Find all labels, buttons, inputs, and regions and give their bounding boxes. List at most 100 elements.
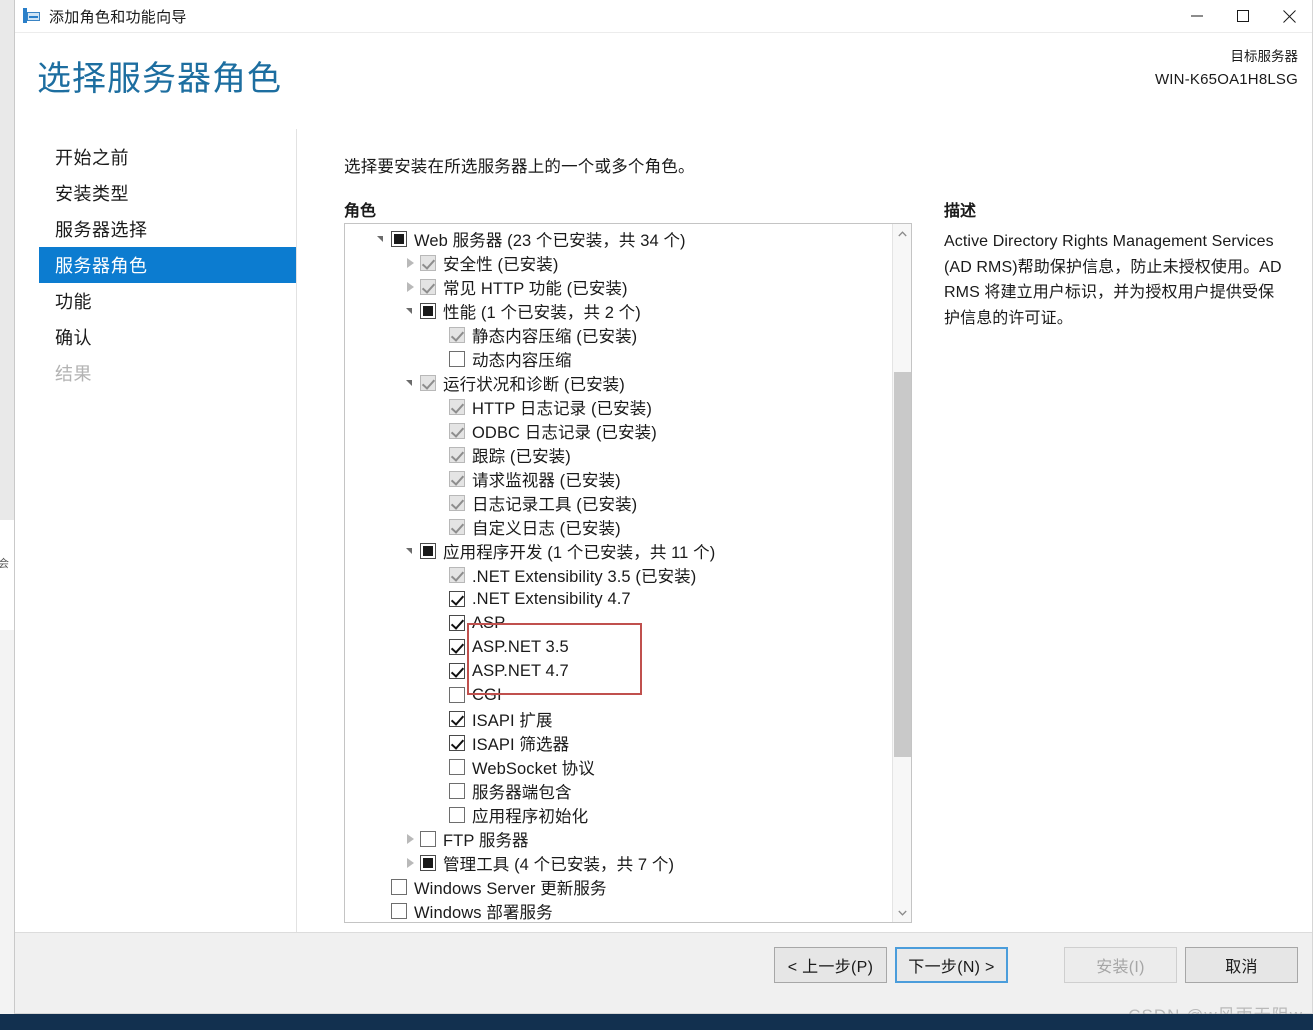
tree-row-label: 自定义日志 (已安装) bbox=[472, 520, 621, 538]
checkbox-installed bbox=[420, 375, 436, 391]
tree-row[interactable]: 自定义日志 (已安装) bbox=[345, 515, 892, 539]
checkbox-empty[interactable] bbox=[449, 759, 465, 775]
tree-row[interactable]: 管理工具 (4 个已安装，共 7 个) bbox=[345, 851, 892, 875]
tree-row[interactable]: 常见 HTTP 功能 (已安装) bbox=[345, 275, 892, 299]
checkbox-partial[interactable] bbox=[391, 231, 407, 247]
triangle-down-icon[interactable] bbox=[402, 371, 420, 395]
wizard-server-icon bbox=[23, 7, 41, 25]
tree-row[interactable]: ODBC 日志记录 (已安装) bbox=[345, 419, 892, 443]
triangle-right-icon[interactable] bbox=[402, 827, 420, 851]
tree-row[interactable]: ISAPI 扩展 bbox=[345, 707, 892, 731]
description-section-label: 描述 bbox=[944, 203, 977, 220]
sidebar-item-5[interactable]: 确认 bbox=[39, 319, 296, 355]
chevron-up-icon[interactable] bbox=[893, 224, 911, 243]
minimize-icon[interactable] bbox=[1174, 0, 1220, 32]
sidebar-item-4[interactable]: 功能 bbox=[39, 283, 296, 319]
tree-row[interactable]: 静态内容压缩 (已安装) bbox=[345, 323, 892, 347]
tree-row-label: 日志记录工具 (已安装) bbox=[472, 496, 638, 514]
tree-row[interactable]: 运行状况和诊断 (已安装) bbox=[345, 371, 892, 395]
tree-row-label: 安全性 (已安装) bbox=[443, 256, 559, 274]
checkbox-checked[interactable] bbox=[449, 735, 465, 751]
checkbox-checked[interactable] bbox=[449, 591, 465, 607]
sidebar-item-1[interactable]: 安装类型 bbox=[39, 175, 296, 211]
chevron-down-icon[interactable] bbox=[893, 903, 911, 922]
tree-row-label: ISAPI 扩展 bbox=[472, 712, 553, 730]
tree-row[interactable]: HTTP 日志记录 (已安装) bbox=[345, 395, 892, 419]
close-icon[interactable] bbox=[1266, 0, 1312, 32]
sidebar-item-0[interactable]: 开始之前 bbox=[39, 139, 296, 175]
checkbox-empty[interactable] bbox=[449, 807, 465, 823]
roles-tree-panel: Web 服务器 (23 个已安装，共 34 个) 安全性 (已安装) 常见 HTTP… bbox=[344, 223, 912, 923]
checkbox-empty[interactable] bbox=[420, 831, 436, 847]
checkbox-installed bbox=[449, 519, 465, 535]
window-controls bbox=[1174, 0, 1312, 32]
tree-row[interactable]: Windows 部署服务 bbox=[345, 899, 892, 922]
checkbox-checked[interactable] bbox=[449, 615, 465, 631]
tree-row[interactable]: ASP bbox=[345, 611, 892, 635]
cancel-button[interactable]: 取消 bbox=[1185, 947, 1298, 983]
tree-row-label: WebSocket 协议 bbox=[472, 760, 595, 778]
checkbox-empty[interactable] bbox=[449, 351, 465, 367]
triangle-right-icon[interactable] bbox=[402, 851, 420, 875]
tree-row[interactable]: 跟踪 (已安装) bbox=[345, 443, 892, 467]
checkbox-partial[interactable] bbox=[420, 303, 436, 319]
sidebar-item-2[interactable]: 服务器选择 bbox=[39, 211, 296, 247]
target-server-label: 目标服务器 bbox=[1230, 49, 1299, 64]
wizard-content: 选择要安装在所选服务器上的一个或多个角色。 角色 Web 服务器 (23 个已安… bbox=[298, 129, 1313, 934]
triangle-down-icon[interactable] bbox=[402, 299, 420, 323]
maximize-icon[interactable] bbox=[1220, 0, 1266, 32]
tree-row[interactable]: Web 服务器 (23 个已安装，共 34 个) bbox=[345, 227, 892, 251]
tree-row[interactable]: FTP 服务器 bbox=[345, 827, 892, 851]
wizard-step-nav: 开始之前 安装类型 服务器选择 服务器角色 功能 确认结果 bbox=[15, 129, 297, 934]
tree-row-label: .NET Extensibility 3.5 (已安装) bbox=[472, 568, 697, 586]
checkbox-checked[interactable] bbox=[449, 639, 465, 655]
tree-row[interactable]: 日志记录工具 (已安装) bbox=[345, 491, 892, 515]
tree-row[interactable]: 动态内容压缩 bbox=[345, 347, 892, 371]
triangle-down-icon[interactable] bbox=[402, 539, 420, 563]
tree-row[interactable]: ASP.NET 4.7 bbox=[345, 659, 892, 683]
scrollbar-thumb[interactable] bbox=[894, 372, 911, 757]
button-label: 取消 bbox=[1225, 959, 1258, 976]
description-text: Active Directory Rights Management Servi… bbox=[944, 233, 1282, 327]
checkbox-checked[interactable] bbox=[449, 663, 465, 679]
tree-row[interactable]: 应用程序初始化 bbox=[345, 803, 892, 827]
checkbox-partial[interactable] bbox=[420, 543, 436, 559]
triangle-right-icon[interactable] bbox=[402, 251, 420, 275]
tree-row[interactable]: ISAPI 筛选器 bbox=[345, 731, 892, 755]
tree-row[interactable]: 性能 (1 个已安装，共 2 个) bbox=[345, 299, 892, 323]
tree-row[interactable]: .NET Extensibility 4.7 bbox=[345, 587, 892, 611]
roles-tree-scrollbar[interactable] bbox=[892, 224, 911, 922]
tree-row-label: 请求监视器 (已安装) bbox=[472, 472, 621, 490]
checkbox-empty[interactable] bbox=[391, 879, 407, 895]
tree-row[interactable]: CGI bbox=[345, 683, 892, 707]
tree-row[interactable]: Windows Server 更新服务 bbox=[345, 875, 892, 899]
tree-row[interactable]: 请求监视器 (已安装) bbox=[345, 467, 892, 491]
next-button[interactable]: 下一步(N) > bbox=[895, 947, 1008, 983]
checkbox-empty[interactable] bbox=[449, 783, 465, 799]
sidebar-item-3[interactable]: 服务器角色 bbox=[39, 247, 296, 283]
sidebar-item-label: 结果 bbox=[55, 364, 92, 384]
add-roles-and-features-wizard-window: 添加角色和功能向导 选择服务器角色 目标服务器 WIN-K65OA1H8LSG … bbox=[14, 0, 1313, 1014]
checkbox-empty[interactable] bbox=[391, 903, 407, 919]
triangle-down-icon[interactable] bbox=[373, 227, 391, 251]
title-bar[interactable]: 添加角色和功能向导 bbox=[15, 0, 1312, 33]
tree-row[interactable]: .NET Extensibility 3.5 (已安装) bbox=[345, 563, 892, 587]
checkbox-partial[interactable] bbox=[420, 855, 436, 871]
footer-button-group: < 上一步(P) 下一步(N) > 安装(I) 取消 bbox=[774, 947, 1298, 983]
previous-button[interactable]: < 上一步(P) bbox=[774, 947, 887, 983]
checkbox-empty[interactable] bbox=[449, 687, 465, 703]
tree-row[interactable]: ASP.NET 3.5 bbox=[345, 635, 892, 659]
tree-row[interactable]: 安全性 (已安装) bbox=[345, 251, 892, 275]
triangle-right-icon[interactable] bbox=[402, 275, 420, 299]
tree-row[interactable]: 应用程序开发 (1 个已安装，共 11 个) bbox=[345, 539, 892, 563]
tree-row[interactable]: 服务器端包含 bbox=[345, 779, 892, 803]
checkbox-checked[interactable] bbox=[449, 711, 465, 727]
tree-row[interactable]: WebSocket 协议 bbox=[345, 755, 892, 779]
tree-row-label: ASP.NET 4.7 bbox=[472, 661, 569, 680]
